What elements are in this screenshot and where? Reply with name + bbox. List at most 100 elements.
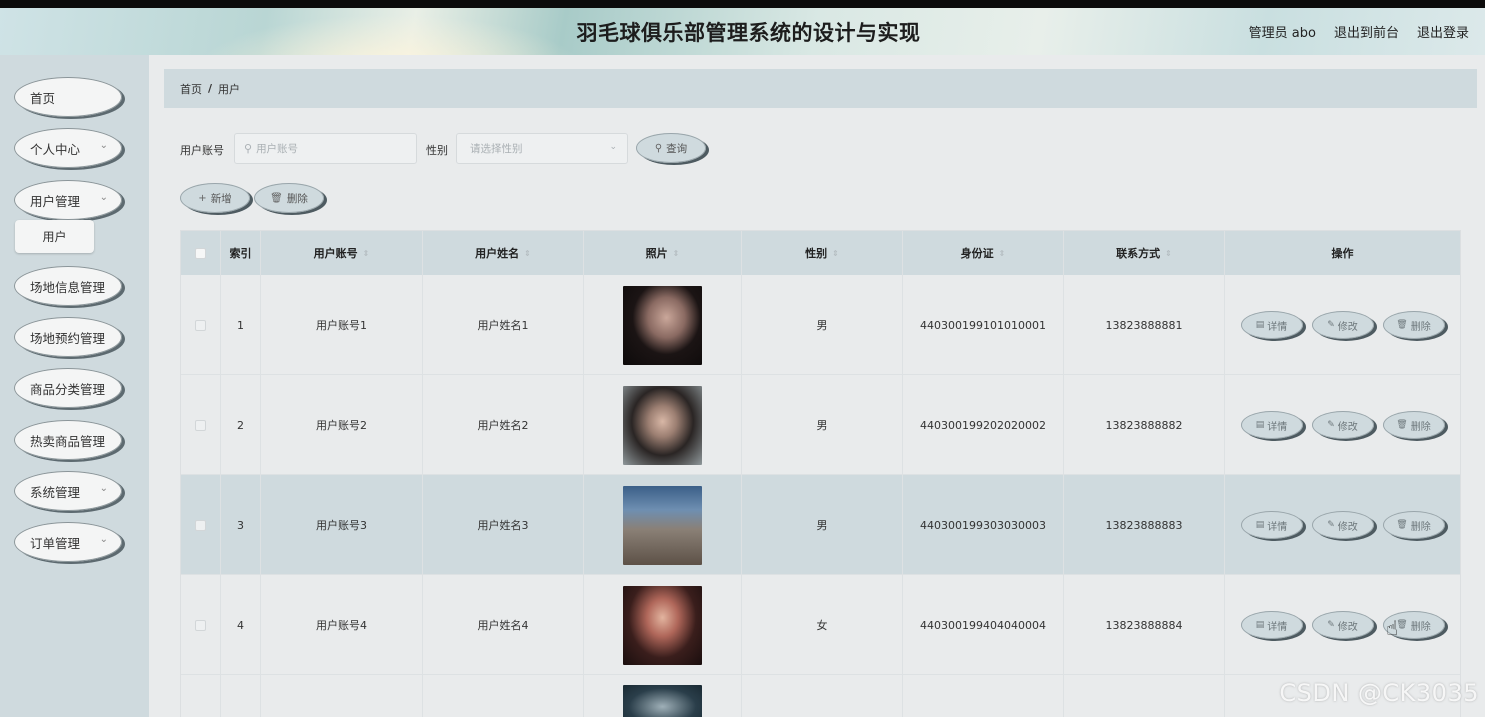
sort-icon: ⇕ [524, 248, 531, 258]
cell-photo [584, 675, 742, 717]
detail-button[interactable]: ▤ 详情 [1240, 311, 1303, 339]
search-icon: ⚲ [654, 142, 663, 154]
cell-index: 2 [221, 375, 261, 475]
table-row: 3 用户账号3 用户姓名3 男 440300199303030003 13823… [181, 475, 1460, 575]
cell-id-card: 440300199303030003 [903, 475, 1064, 575]
header-gender-label: 性别 [805, 247, 828, 260]
user-photo[interactable] [623, 285, 702, 365]
chevron-down-icon: ⌄ [99, 483, 108, 494]
user-photo[interactable] [623, 485, 702, 565]
header-id-card[interactable]: 身份证 ⇕ [903, 231, 1064, 275]
cell-account: 用户账号3 [261, 475, 423, 575]
sidebar-item-personal-center[interactable]: 个人中心 ⌄ [14, 128, 122, 168]
row-checkbox-cell [181, 675, 221, 717]
cell-actions: ▤ 详情 ✎ 修改 🗑 删除 [1225, 275, 1460, 375]
cell-id-card: 440300199404040004 [903, 575, 1064, 675]
cell-index: 3 [221, 475, 261, 575]
sidebar-item-label: 首页 [30, 90, 56, 106]
user-photo[interactable] [623, 685, 702, 717]
sidebar-item-home[interactable]: 首页 [14, 77, 122, 117]
edit-button[interactable]: ✎ 修改 [1311, 511, 1374, 539]
hand-cursor-icon: ☝ [1386, 616, 1399, 640]
select-all-checkbox[interactable] [195, 247, 206, 259]
header-id-card-label: 身份证 [960, 247, 994, 260]
sidebar-item-label: 热卖商品管理 [30, 433, 106, 449]
cell-name: 用户姓名4 [423, 575, 584, 675]
row-checkbox[interactable] [195, 519, 206, 531]
add-button-label: 新增 [210, 192, 232, 205]
sidebar-item-venue-info[interactable]: 场地信息管理 [14, 266, 122, 306]
detail-button-label: 详情 [1267, 521, 1288, 533]
sidebar-item-user-management[interactable]: 用户管理 ⌄ [14, 180, 122, 220]
user-photo[interactable] [623, 385, 702, 465]
sidebar-item-system[interactable]: 系统管理 ⌄ [14, 471, 122, 511]
gender-select[interactable]: 请选择性别 ⌄ [456, 133, 628, 164]
header-actions: 管理员 abo 退出到前台 退出登录 [1249, 22, 1469, 41]
gender-select-placeholder: 请选择性别 [470, 143, 523, 155]
edit-button-label: 修改 [1337, 621, 1358, 633]
breadcrumb-home[interactable]: 首页 [180, 81, 202, 97]
delete-button[interactable]: 🗑 删除 [1382, 311, 1445, 339]
sort-icon: ⇕ [832, 248, 839, 258]
account-search-input[interactable]: ⚲ 用户账号 [234, 133, 417, 164]
cell-phone: 13823888881 [1064, 275, 1225, 375]
chevron-down-icon: ⌄ [99, 140, 108, 151]
header-actions: 操作 [1225, 231, 1460, 275]
row-checkbox[interactable] [195, 619, 206, 631]
chevron-down-icon: ⌄ [609, 142, 617, 152]
trash-icon: 🗑 [1396, 320, 1408, 330]
detail-button-label: 详情 [1267, 621, 1288, 633]
sidebar-item-venue-booking[interactable]: 场地预约管理 [14, 317, 122, 357]
cell-phone: 13823888884 [1064, 575, 1225, 675]
header-actions-label: 操作 [1331, 247, 1354, 260]
table-header: 索引 用户账号 ⇕ 用户姓名 ⇕ 照片 ⇕ 性别 ⇕ 身份证 ⇕ 联系方式 ⇕ 操作 [181, 231, 1460, 275]
pencil-icon: ✎ [1327, 420, 1335, 430]
plus-icon: + [198, 192, 207, 204]
delete-button-label: 删除 [1410, 421, 1431, 433]
cell-photo [584, 275, 742, 375]
logout-link[interactable]: 退出登录 [1417, 22, 1469, 41]
header-phone[interactable]: 联系方式 ⇕ [1064, 231, 1225, 275]
exit-to-front-link[interactable]: 退出到前台 [1334, 22, 1399, 41]
edit-button[interactable]: ✎ 修改 [1311, 311, 1374, 339]
header-photo[interactable]: 照片 ⇕ [584, 231, 742, 275]
header-gender[interactable]: 性别 ⇕ [742, 231, 903, 275]
header-index: 索引 [221, 231, 261, 275]
header-name-label: 用户姓名 [475, 247, 520, 260]
sidebar-item-orders[interactable]: 订单管理 ⌄ [14, 522, 122, 562]
detail-button[interactable]: ▤ 详情 [1240, 511, 1303, 539]
row-checkbox[interactable] [195, 319, 206, 331]
delete-button[interactable]: 🗑 删除 [1382, 411, 1445, 439]
query-button[interactable]: ⚲ 查询 [636, 133, 706, 163]
document-icon: ▤ [1255, 520, 1265, 530]
edit-button[interactable]: ✎ 修改 [1311, 411, 1374, 439]
row-checkbox-cell [181, 475, 221, 575]
delete-button-label: 删除 [1410, 621, 1431, 633]
cell-name: 用户姓名3 [423, 475, 584, 575]
sidebar-subitem-users[interactable]: 用户 [15, 220, 94, 253]
detail-button[interactable]: ▤ 详情 [1240, 611, 1303, 639]
sort-icon: ⇕ [362, 248, 370, 258]
cell-phone [1064, 675, 1225, 717]
header-account[interactable]: 用户账号 ⇕ [261, 231, 423, 275]
cell-phone: 13823888883 [1064, 475, 1225, 575]
edit-button[interactable]: ✎ 修改 [1311, 611, 1374, 639]
batch-delete-button[interactable]: 🗑 删除 [254, 183, 324, 213]
user-photo[interactable] [623, 585, 702, 665]
row-checkbox[interactable] [195, 419, 206, 431]
delete-button[interactable]: 🗑 删除 [1382, 511, 1445, 539]
detail-button[interactable]: ▤ 详情 [1240, 411, 1303, 439]
sidebar-item-product-category[interactable]: 商品分类管理 [14, 368, 122, 408]
header-name[interactable]: 用户姓名 ⇕ [423, 231, 584, 275]
detail-button-label: 详情 [1267, 321, 1288, 333]
row-checkbox-cell [181, 575, 221, 675]
header-account-label: 用户账号 [313, 247, 358, 260]
sidebar-item-hot-products[interactable]: 热卖商品管理 [14, 420, 122, 460]
trash-icon: 🗑 [1396, 420, 1408, 430]
top-header: 羽毛球俱乐部管理系统的设计与实现 管理员 abo 退出到前台 退出登录 [0, 0, 1485, 55]
cell-index: 1 [221, 275, 261, 375]
table-row: 1 用户账号1 用户姓名1 男 440300199101010001 13823… [181, 275, 1460, 375]
admin-user-label: 管理员 abo [1248, 26, 1316, 41]
cell-actions: ▤ 详情 ✎ 修改 🗑 删除 [1225, 475, 1460, 575]
add-button[interactable]: + 新增 [180, 183, 250, 213]
